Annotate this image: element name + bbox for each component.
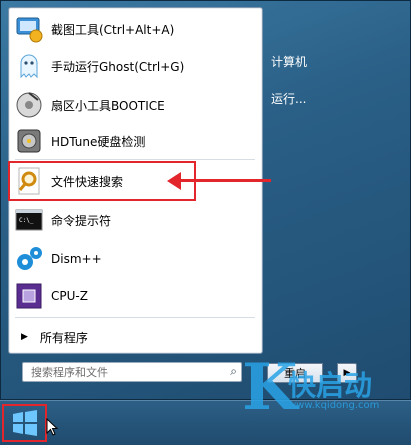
program-item-dism[interactable]: Dism++ xyxy=(13,242,257,276)
windows-logo-icon xyxy=(12,410,37,436)
program-item-hdtune[interactable]: HDTune硬盘检测 xyxy=(13,124,257,158)
mouse-cursor-icon xyxy=(46,417,59,439)
search-placeholder: 搜索程序和文件 xyxy=(31,366,108,379)
program-label: Dism++ xyxy=(51,252,102,266)
program-item-bootice[interactable]: 扇区小工具BOOTICE xyxy=(13,88,257,122)
program-label: 命令提示符 xyxy=(51,213,112,228)
annotation-arrow-icon xyxy=(167,172,181,190)
program-item-ghost[interactable]: 手动运行Ghost(Ctrl+G) xyxy=(13,49,257,83)
gears-icon xyxy=(13,243,45,275)
all-programs-label: 所有程序 xyxy=(39,330,88,345)
separator xyxy=(15,159,255,160)
watermark-url: www.kqidong.com xyxy=(288,400,380,411)
svg-text:C:\_: C:\_ xyxy=(19,217,34,224)
program-label: CPU-Z xyxy=(51,289,88,303)
program-label: 截图工具(Ctrl+Alt+A) xyxy=(51,22,175,37)
program-label: 扇区小工具BOOTICE xyxy=(51,98,165,113)
program-item-screenshot-tool[interactable]: 截图工具(Ctrl+Alt+A) xyxy=(13,12,257,46)
search-area: 搜索程序和文件 ⌕ xyxy=(9,354,261,390)
run-link[interactable]: 运行... xyxy=(271,90,306,107)
bootice-icon xyxy=(13,89,45,121)
program-item-command-prompt[interactable]: C:\_ 命令提示符 xyxy=(13,203,257,237)
start-menu: 截图工具(Ctrl+Alt+A) 手动运行Ghost(Ctrl+G) 扇区小工具… xyxy=(0,0,411,400)
program-label: HDTune硬盘检测 xyxy=(51,134,146,149)
annotation-arrow-line xyxy=(179,179,271,182)
cpu-icon xyxy=(13,280,45,312)
start-button[interactable] xyxy=(2,404,47,442)
program-item-cpuz[interactable]: CPU-Z xyxy=(13,279,257,313)
computer-link[interactable]: 计算机 xyxy=(271,53,307,70)
search-input[interactable]: 搜索程序和文件 ⌕ xyxy=(22,362,242,382)
separator xyxy=(15,317,255,318)
watermark-text: 快启动 xyxy=(288,369,373,402)
hard-disk-icon xyxy=(13,125,45,157)
all-programs-button[interactable]: ▶ 所有程序 xyxy=(17,324,257,350)
ghost-icon xyxy=(13,50,45,82)
screenshot-tool-icon xyxy=(13,13,45,45)
program-label: 手动运行Ghost(Ctrl+G) xyxy=(51,59,185,74)
triangle-right-icon: ▶ xyxy=(21,332,28,342)
command-prompt-icon: C:\_ xyxy=(13,204,45,236)
search-icon[interactable]: ⌕ xyxy=(230,364,237,379)
